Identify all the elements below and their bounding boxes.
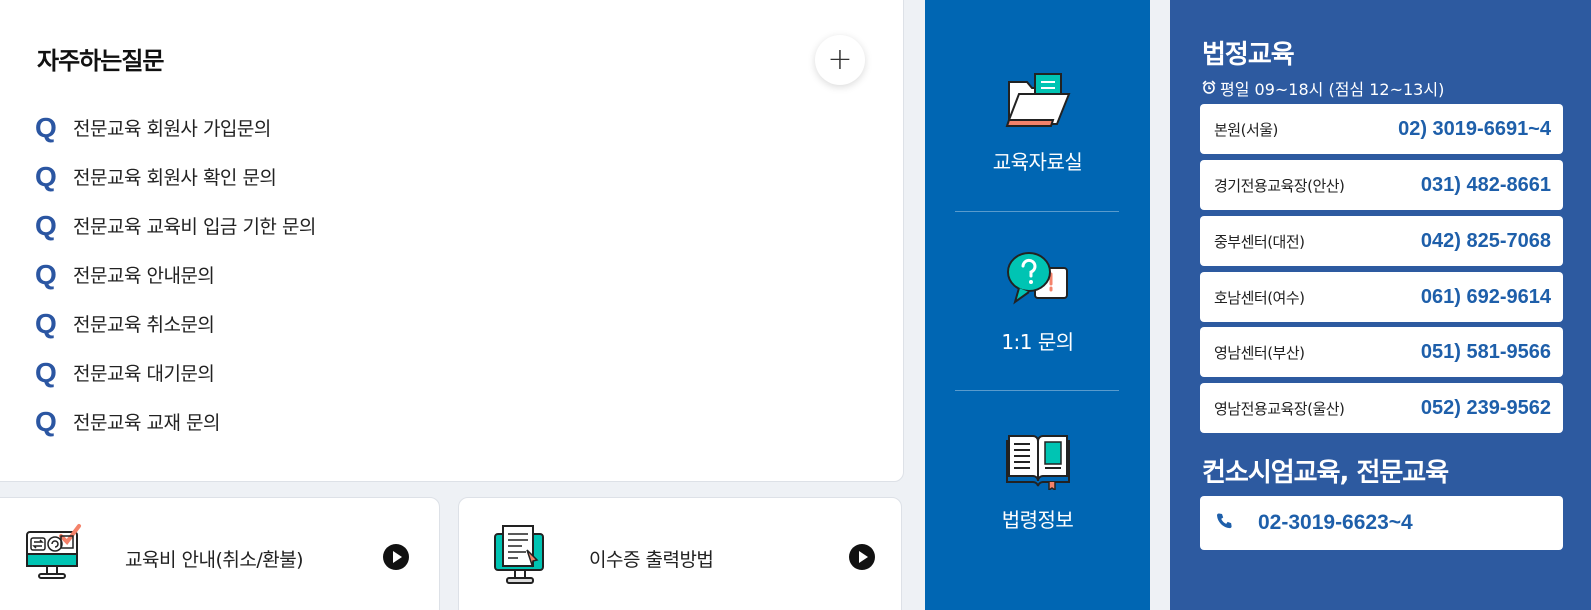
faq-item[interactable]: Q 전문교육 회원사 가입문의 [35, 103, 316, 152]
quick-link-label: 1:1 문의 [1001, 330, 1074, 354]
office-name: 경기전용교육장(안산) [1214, 176, 1345, 195]
faq-card: 자주하는질문 + Q 전문교육 회원사 가입문의 Q 전문교육 회원사 확인 문… [0, 0, 904, 482]
office-row: 호남센터(여수) 061) 692-9614 [1200, 272, 1563, 322]
alarm-clock-icon [1202, 79, 1216, 98]
refund-monitor-icon [23, 522, 87, 586]
business-hours: 평일 09~18시 (점심 12~13시) [1202, 76, 1444, 100]
q-marker: Q [35, 405, 57, 437]
office-phone[interactable]: 052) 239-9562 [1421, 397, 1551, 420]
phone-icon [1216, 512, 1234, 534]
q-marker: Q [35, 356, 57, 388]
consortium-phone: 02-3019-6623~4 [1258, 511, 1413, 534]
quick-link-label: 교육자료실 [992, 150, 1083, 174]
office-row: 영남전용교육장(울산) 052) 239-9562 [1200, 383, 1563, 433]
office-phone[interactable]: 031) 482-8661 [1421, 174, 1551, 197]
q-marker: Q [35, 160, 57, 192]
office-name: 호남센터(여수) [1214, 288, 1305, 307]
office-row: 본원(서울) 02) 3019-6691~4 [1200, 104, 1563, 154]
office-name: 영남전용교육장(울산) [1214, 399, 1345, 418]
contact-title: 법정교육 [1202, 40, 1295, 70]
office-phone[interactable]: 061) 692-9614 [1421, 286, 1551, 309]
office-name: 영남센터(부산) [1214, 343, 1305, 362]
contact-panel: 법정교육 평일 09~18시 (점심 12~13시) 본원(서울) 02) 30… [1170, 0, 1591, 610]
hours-text: 평일 09~18시 (점심 12~13시) [1220, 80, 1445, 99]
open-book-icon [1005, 430, 1071, 494]
certificate-guide-card[interactable]: 이수증 출력방법 [458, 497, 902, 610]
speech-bubble-question-icon [1005, 250, 1071, 316]
fee-guide-card[interactable]: 교육비 안내(취소/환불) [0, 497, 440, 610]
office-phone[interactable]: 042) 825-7068 [1421, 230, 1551, 253]
office-name: 본원(서울) [1214, 120, 1278, 139]
faq-item[interactable]: Q 전문교육 대기문의 [35, 348, 316, 397]
faq-question: 전문교육 안내문의 [73, 265, 215, 287]
quick-link-laws[interactable]: 법령정보 [925, 360, 1150, 540]
faq-question: 전문교육 취소문의 [73, 314, 215, 336]
fee-guide-label: 교육비 안내(취소/환불) [125, 549, 304, 571]
faq-question: 전문교육 교재 문의 [73, 412, 220, 434]
quick-link-label: 법령정보 [1001, 508, 1074, 532]
faq-question: 전문교육 교육비 입금 기한 문의 [73, 216, 316, 238]
office-row: 경기전용교육장(안산) 031) 482-8661 [1200, 160, 1563, 210]
folder-document-icon [1005, 72, 1071, 136]
q-marker: Q [35, 209, 57, 241]
q-marker: Q [35, 307, 57, 339]
faq-title: 자주하는질문 [37, 47, 164, 75]
faq-item[interactable]: Q 전문교육 안내문의 [35, 250, 316, 299]
faq-more-button[interactable]: + [815, 35, 865, 85]
certificate-guide-label: 이수증 출력방법 [589, 549, 714, 571]
quick-link-resources[interactable]: 교육자료실 [925, 0, 1150, 180]
office-row: 중부센터(대전) 042) 825-7068 [1200, 216, 1563, 266]
faq-item[interactable]: Q 전문교육 교육비 입금 기한 문의 [35, 201, 316, 250]
faq-question: 전문교육 대기문의 [73, 363, 215, 385]
q-marker: Q [35, 111, 57, 143]
play-icon[interactable] [383, 544, 409, 570]
q-marker: Q [35, 258, 57, 290]
office-name: 중부센터(대전) [1214, 232, 1305, 251]
faq-item[interactable]: Q 전문교육 회원사 확인 문의 [35, 152, 316, 201]
quick-links-panel: 교육자료실 1:1 문의 법령정보 [925, 0, 1150, 610]
play-icon[interactable] [849, 544, 875, 570]
faq-item[interactable]: Q 전문교육 교재 문의 [35, 397, 316, 446]
consortium-title: 컨소시엄교육, 전문교육 [1202, 458, 1449, 488]
plus-icon: + [827, 42, 853, 77]
quick-link-inquiry[interactable]: 1:1 문의 [925, 180, 1150, 360]
faq-question: 전문교육 회원사 확인 문의 [73, 167, 277, 189]
office-phone[interactable]: 051) 581-9566 [1421, 341, 1551, 364]
faq-question: 전문교육 회원사 가입문의 [73, 118, 271, 140]
certificate-monitor-icon [491, 522, 551, 590]
faq-list: Q 전문교육 회원사 가입문의 Q 전문교육 회원사 확인 문의 Q 전문교육 … [35, 103, 316, 446]
consortium-phone-button[interactable]: 02-3019-6623~4 [1200, 496, 1563, 550]
office-row: 영남센터(부산) 051) 581-9566 [1200, 327, 1563, 377]
faq-item[interactable]: Q 전문교육 취소문의 [35, 299, 316, 348]
office-phone[interactable]: 02) 3019-6691~4 [1398, 118, 1551, 141]
